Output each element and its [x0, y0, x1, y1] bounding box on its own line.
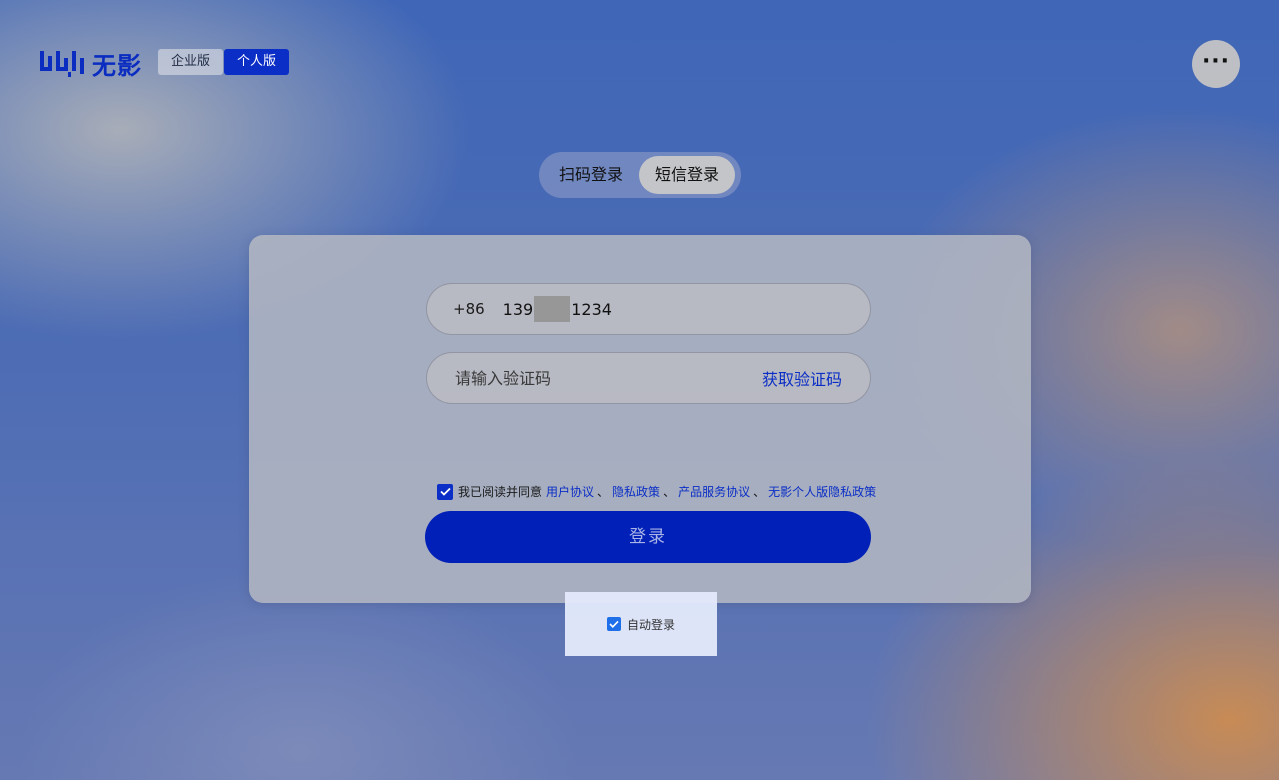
- edition-switch: 企业版 个人版: [158, 49, 290, 75]
- auto-login-checkbox[interactable]: [606, 617, 621, 631]
- privacy-policy-link[interactable]: 隐私政策: [612, 483, 660, 500]
- check-icon: [439, 487, 451, 496]
- agreement-separator: 、: [597, 485, 610, 499]
- agreement-checkbox[interactable]: [437, 483, 453, 500]
- login-mode-tabs: 扫码登录 短信登录: [539, 152, 741, 198]
- phone-field[interactable]: +86 139 1234: [426, 283, 871, 335]
- phone-number-value: 139 1234: [503, 296, 612, 322]
- auto-login-option: 自动登录: [565, 592, 717, 656]
- more-options-button[interactable]: ···: [1192, 40, 1240, 88]
- phone-suffix: 1234: [571, 299, 612, 319]
- country-code-selector[interactable]: +86: [453, 300, 485, 318]
- agreement-separator: 、: [753, 485, 766, 499]
- tab-qr-login[interactable]: 扫码登录: [543, 156, 639, 194]
- verification-code-input[interactable]: [453, 367, 762, 389]
- phone-mask: [534, 296, 571, 322]
- user-agreement-link[interactable]: 用户协议: [546, 483, 594, 500]
- agreement-prefix: 我已阅读并同意: [458, 485, 543, 499]
- agreement-separator: 、: [663, 485, 676, 499]
- service-agreement-link[interactable]: 产品服务协议: [678, 483, 750, 500]
- enterprise-edition-tab[interactable]: 企业版: [158, 49, 224, 75]
- more-horizontal-icon: ···: [1201, 48, 1231, 74]
- personal-privacy-policy-link[interactable]: 无影个人版隐私政策: [768, 483, 876, 500]
- check-icon: [609, 620, 619, 628]
- verification-code-field: 获取验证码: [426, 352, 871, 404]
- auto-login-label: 自动登录: [626, 617, 675, 632]
- wuying-logo-icon: [40, 51, 84, 77]
- get-code-button[interactable]: 获取验证码: [762, 366, 842, 390]
- tab-sms-login[interactable]: 短信登录: [639, 156, 735, 194]
- wuying-logo: 无影: [40, 48, 142, 80]
- agreement-row: 我已阅读并同意 用户协议 、 隐私政策 、 产品服务协议 、 无影个人版隐私政策: [437, 483, 876, 500]
- phone-prefix: 139: [502, 299, 534, 319]
- login-button[interactable]: 登录: [425, 511, 871, 563]
- personal-edition-tab[interactable]: 个人版: [224, 49, 290, 75]
- brand-name: 无影: [92, 51, 142, 80]
